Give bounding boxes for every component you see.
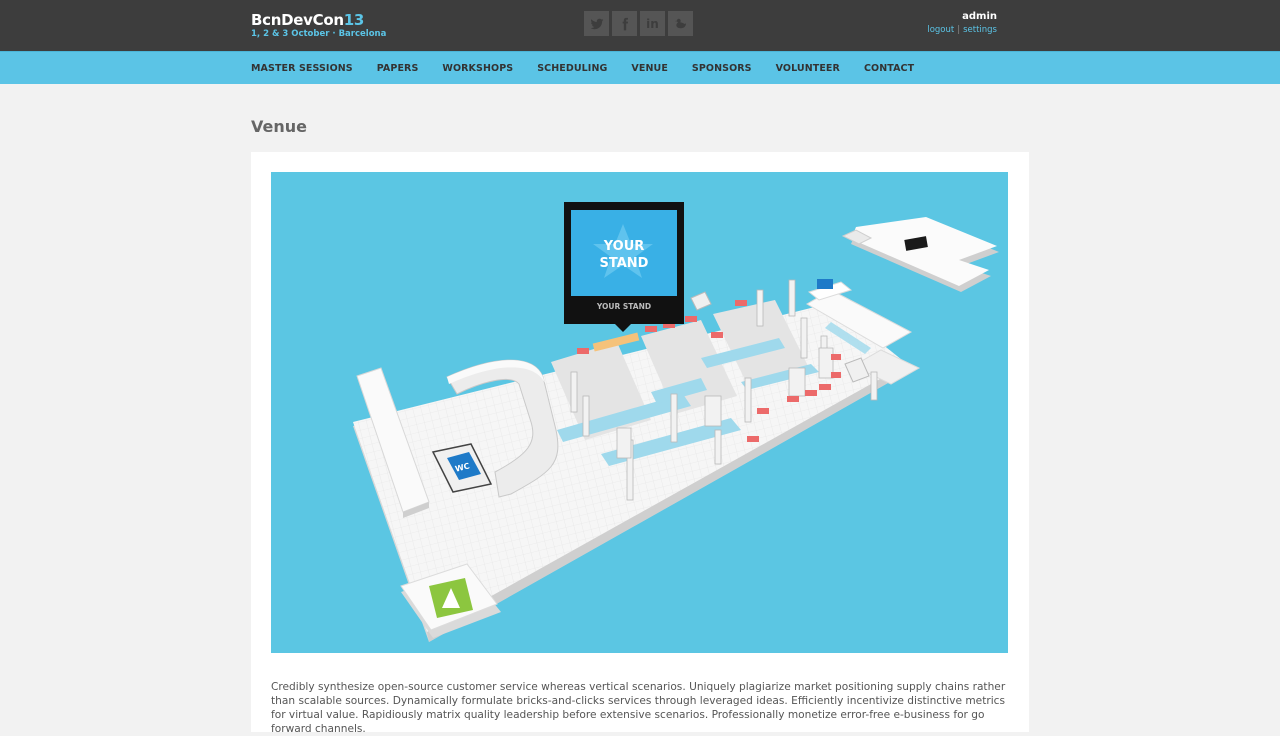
- page-title: Venue: [251, 117, 307, 136]
- venue-card: WC YOUR STAND YOUR STAND Credibly synthe…: [251, 152, 1029, 735]
- annex-building: [841, 217, 999, 292]
- nav-contact[interactable]: CONTACT: [864, 63, 914, 74]
- popup-line1: YOUR: [603, 239, 645, 254]
- duck-button[interactable]: [668, 11, 693, 36]
- popup-caption: YOUR STAND: [596, 302, 651, 311]
- main-nav-bar: MASTER SESSIONS PAPERS WORKSHOPS SCHEDUL…: [0, 51, 1280, 84]
- user-menu: admin logout | settings: [927, 11, 997, 36]
- stand-popup[interactable]: YOUR STAND YOUR STAND: [564, 202, 684, 332]
- social-links: in: [584, 11, 693, 36]
- nav-workshops[interactable]: WORKSHOPS: [442, 63, 513, 74]
- linkedin-button[interactable]: in: [640, 11, 665, 36]
- nav-scheduling[interactable]: SCHEDULING: [537, 63, 607, 74]
- logo-title: BcnDevCon13: [251, 11, 364, 29]
- info-badge-icon: [817, 279, 833, 289]
- venue-map[interactable]: WC YOUR STAND YOUR STAND: [271, 172, 1008, 653]
- duck-icon: [674, 18, 686, 28]
- logo-subtitle: 1, 2 & 3 October · Barcelona: [251, 29, 387, 39]
- user-links-separator: |: [957, 25, 961, 35]
- venue-description: Credibly synthesize open-source customer…: [271, 681, 1006, 735]
- main-nav: MASTER SESSIONS PAPERS WORKSHOPS SCHEDUL…: [251, 52, 938, 84]
- user-links: logout | settings: [927, 24, 997, 36]
- site-logo[interactable]: BcnDevCon13 1, 2 & 3 October · Barcelona: [251, 11, 386, 40]
- logout-link[interactable]: logout: [927, 25, 954, 35]
- twitter-icon: [590, 18, 603, 29]
- top-bar: BcnDevCon13 1, 2 & 3 October · Barcelona…: [0, 0, 1280, 51]
- nav-master-sessions[interactable]: MASTER SESSIONS: [251, 63, 353, 74]
- popup-line2: STAND: [600, 256, 649, 271]
- facebook-button[interactable]: [612, 11, 637, 36]
- linkedin-icon: in: [646, 16, 659, 31]
- user-name: admin: [962, 11, 997, 22]
- nav-venue[interactable]: VENUE: [631, 63, 668, 74]
- twitter-button[interactable]: [584, 11, 609, 36]
- settings-link[interactable]: settings: [963, 25, 997, 35]
- nav-sponsors[interactable]: SPONSORS: [692, 63, 752, 74]
- facebook-icon: [622, 17, 628, 30]
- nav-volunteer[interactable]: VOLUNTEER: [776, 63, 840, 74]
- nav-papers[interactable]: PAPERS: [377, 63, 419, 74]
- venue-map-illustration: WC YOUR STAND YOUR STAND: [353, 202, 999, 642]
